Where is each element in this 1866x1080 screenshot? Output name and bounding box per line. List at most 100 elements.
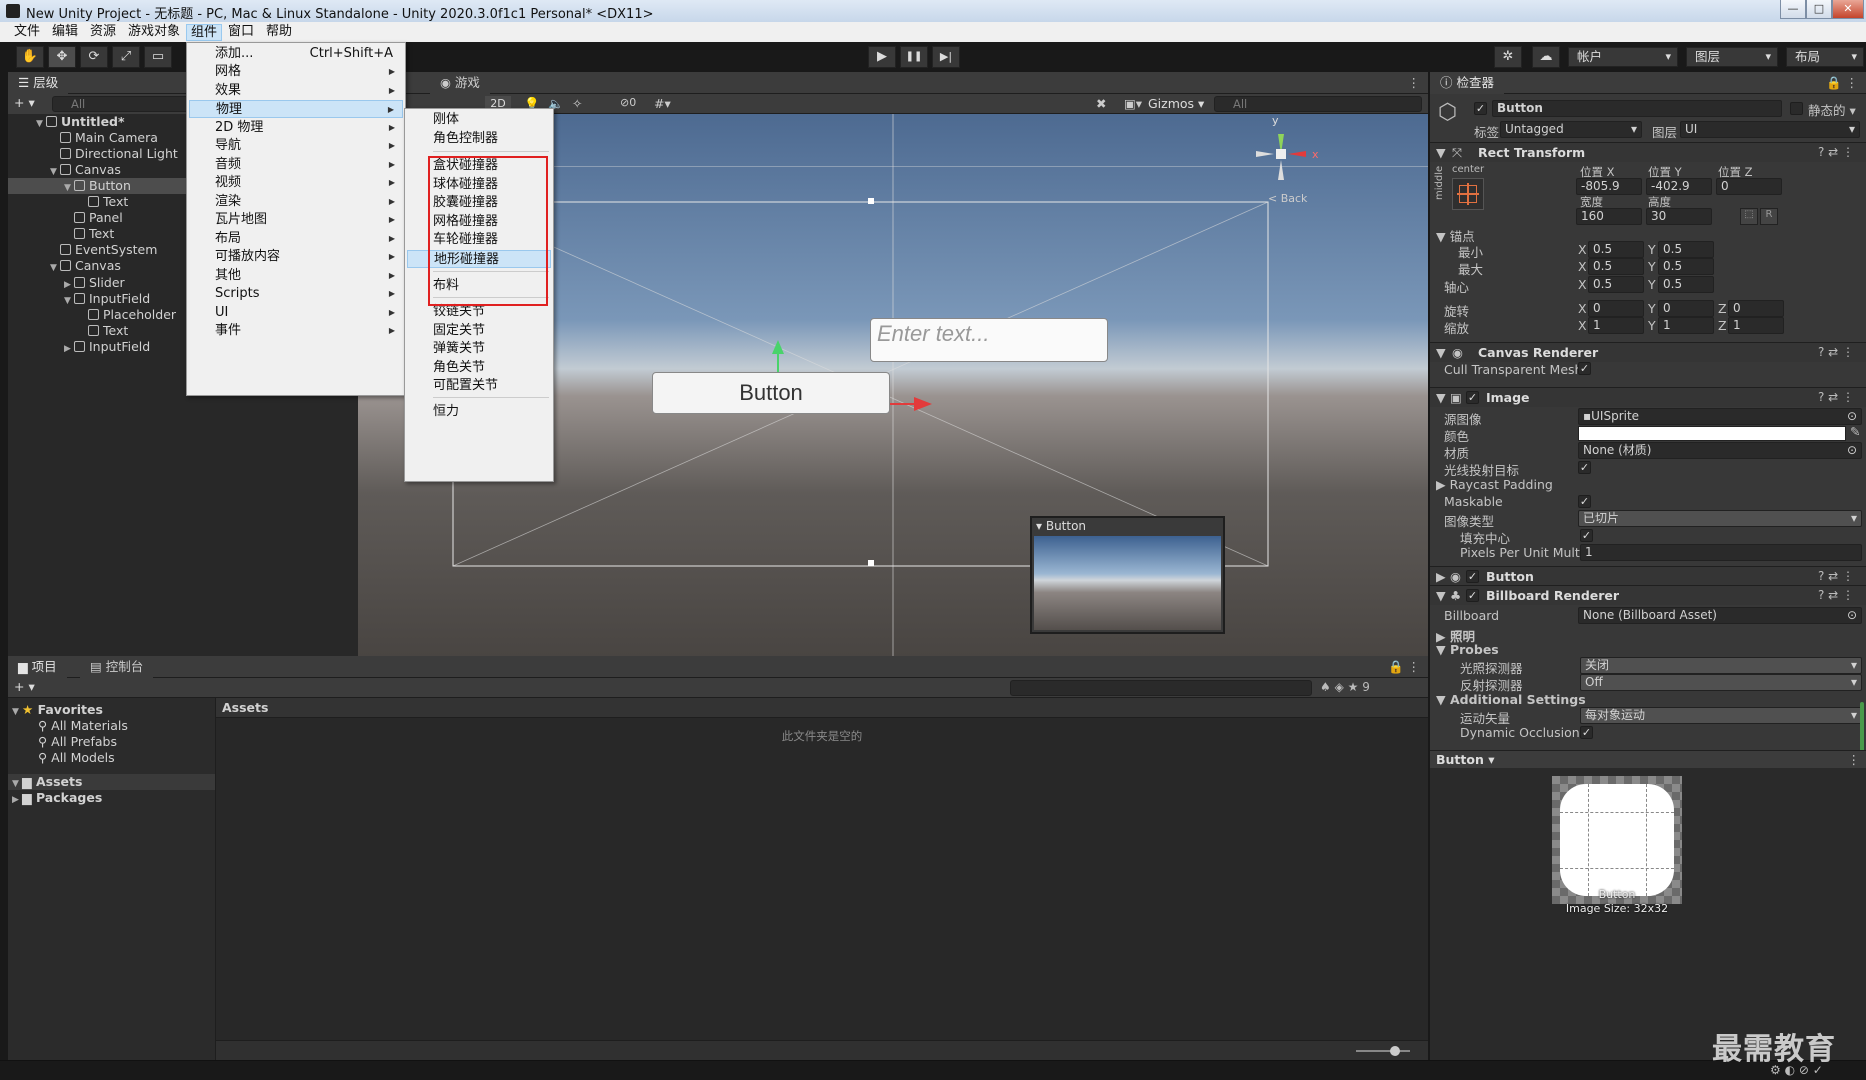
- anchor-preset-icon[interactable]: [1452, 178, 1484, 210]
- active-checkbox[interactable]: ✓: [1474, 102, 1487, 115]
- zoom-slider-track[interactable]: [1356, 1050, 1410, 1052]
- eyedropper-icon[interactable]: ✎: [1850, 424, 1860, 439]
- material-field[interactable]: None (材质) ⊙: [1578, 442, 1862, 459]
- create-dropdown[interactable]: + ▾: [14, 95, 35, 110]
- panel-menu-icon[interactable]: ⋮: [1408, 75, 1421, 90]
- project-create-dropdown[interactable]: + ▾: [14, 679, 35, 694]
- grid-icon[interactable]: #▾: [654, 96, 671, 111]
- pivot-y-field[interactable]: 0.5: [1658, 276, 1714, 293]
- maskable-checkbox[interactable]: ✓: [1578, 495, 1591, 508]
- tab-game[interactable]: ◉ 游戏: [430, 72, 490, 94]
- inspector-lock-icon[interactable]: 🔒 ⋮: [1826, 75, 1858, 91]
- foldout-icon[interactable]: ▶: [64, 341, 74, 357]
- menu-edit[interactable]: 编辑: [48, 24, 82, 41]
- static-checkbox[interactable]: [1790, 102, 1803, 115]
- scene-input-field[interactable]: Enter text...: [870, 318, 1108, 362]
- rot-x-field[interactable]: 0: [1588, 300, 1644, 317]
- tag-dropdown[interactable]: Untagged ▾: [1500, 121, 1642, 138]
- rotate-tool-icon[interactable]: ⟳: [80, 46, 108, 68]
- min-x-field[interactable]: 0.5: [1588, 241, 1644, 258]
- play-button[interactable]: ▶: [868, 46, 896, 68]
- component-menu-item[interactable]: 物理 ▶: [189, 100, 403, 118]
- rot-z-field[interactable]: 0: [1728, 300, 1784, 317]
- close-window-button[interactable]: ✕: [1832, 0, 1864, 19]
- move-tool-icon[interactable]: ✥: [48, 46, 76, 68]
- menu-window[interactable]: 窗口: [224, 24, 258, 41]
- component-settings-icons[interactable]: ? ⇄ ⋮: [1818, 569, 1854, 583]
- billboard-renderer-header[interactable]: ▼ ♣ ✓ Billboard Renderer ? ⇄ ⋮: [1430, 585, 1866, 605]
- maximize-button[interactable]: □: [1806, 0, 1832, 19]
- pos-x-field[interactable]: -805.9: [1576, 178, 1642, 195]
- object-name-input[interactable]: Button: [1492, 100, 1782, 117]
- fav-all-models[interactable]: ⚲ All Models: [38, 750, 115, 766]
- component-menu-item[interactable]: 音频 ▶: [189, 156, 403, 174]
- hand-tool-icon[interactable]: ✋: [16, 46, 44, 68]
- dynamic-occlusion-checkbox[interactable]: ✓: [1580, 726, 1593, 739]
- source-image-field[interactable]: ▪UISprite ⊙: [1578, 408, 1862, 425]
- physics-menu-item[interactable]: 恒力: [407, 403, 551, 421]
- cloud-icon[interactable]: ☁: [1532, 46, 1560, 68]
- physics-menu-item[interactable]: 固定关节: [407, 322, 551, 340]
- menu-help[interactable]: 帮助: [262, 24, 296, 41]
- component-menu-item[interactable]: 2D 物理 ▶: [189, 119, 403, 137]
- raycast-target-checkbox[interactable]: ✓: [1578, 461, 1591, 474]
- component-menu-item[interactable]: 效果 ▶: [189, 82, 403, 100]
- blueprint-mode-button[interactable]: ⬚: [1740, 208, 1758, 225]
- component-settings-icons[interactable]: ? ⇄ ⋮: [1818, 588, 1854, 602]
- tab-console[interactable]: ▤ 控制台: [80, 656, 154, 678]
- max-x-field[interactable]: 0.5: [1588, 258, 1644, 275]
- image-header[interactable]: ▼ ▣ ✓ Image ? ⇄ ⋮: [1430, 387, 1866, 407]
- physics-menu-item[interactable]: 刚体: [407, 111, 551, 129]
- minimize-button[interactable]: —: [1780, 0, 1806, 19]
- canvas-renderer-header[interactable]: ▼ ◉ Canvas Renderer ? ⇄ ⋮: [1430, 342, 1866, 362]
- min-y-field[interactable]: 0.5: [1658, 241, 1714, 258]
- billboard-field[interactable]: None (Billboard Asset) ⊙: [1578, 607, 1862, 624]
- layout-dropdown[interactable]: 布局: [1786, 47, 1864, 67]
- hidden-objects-counter[interactable]: ⊘0: [620, 96, 636, 109]
- probes-foldout[interactable]: ▼ Probes: [1436, 642, 1499, 657]
- width-field[interactable]: 160: [1576, 208, 1642, 225]
- scene-button[interactable]: Button: [652, 372, 890, 414]
- zoom-slider-handle[interactable]: [1390, 1046, 1400, 1056]
- collab-icon[interactable]: ✲: [1494, 46, 1522, 68]
- preview-header[interactable]: Button ▾ ⋮: [1430, 750, 1866, 768]
- component-menu-item[interactable]: 其他 ▶: [189, 267, 403, 285]
- image-enabled-checkbox[interactable]: ✓: [1466, 391, 1479, 404]
- pos-z-field[interactable]: 0: [1716, 178, 1782, 195]
- object-picker-icon[interactable]: ⊙: [1847, 608, 1861, 623]
- physics-menu-item[interactable]: 可配置关节: [407, 377, 551, 395]
- orientation-gizmo-icon[interactable]: [1248, 120, 1318, 190]
- component-settings-icons[interactable]: ? ⇄ ⋮: [1818, 145, 1854, 159]
- step-button[interactable]: ▶|: [932, 46, 960, 68]
- physics-menu-item[interactable]: 角色关节: [407, 359, 551, 377]
- physics-menu-item[interactable]: 弹簧关节: [407, 340, 551, 358]
- object-picker-icon[interactable]: ⊙: [1847, 409, 1861, 424]
- layer-dropdown[interactable]: UI ▾: [1680, 121, 1860, 138]
- tab-inspector[interactable]: ⓘ 检查器: [1430, 72, 1504, 94]
- menu-assets[interactable]: 资源: [86, 24, 120, 41]
- assets-folder[interactable]: ▼ ▆ Assets: [8, 774, 215, 790]
- component-menu-item[interactable]: 渲染 ▶: [189, 193, 403, 211]
- raw-edit-button[interactable]: R: [1760, 208, 1778, 225]
- raycast-padding-foldout[interactable]: ▶ Raycast Padding: [1436, 477, 1553, 492]
- physics-menu-item[interactable]: 角色控制器: [407, 130, 551, 148]
- additional-settings-foldout[interactable]: ▼ Additional Settings: [1436, 692, 1586, 707]
- component-menu-item[interactable]: 导航 ▶: [189, 137, 403, 155]
- cull-transparent-checkbox[interactable]: ✓: [1578, 362, 1591, 375]
- max-y-field[interactable]: 0.5: [1658, 258, 1714, 275]
- component-menu-item[interactable]: Scripts ▶: [189, 285, 403, 303]
- rect-transform-header[interactable]: ▼ ⤧ Rect Transform ? ⇄ ⋮: [1430, 142, 1866, 162]
- component-menu-item[interactable]: 添加... Ctrl+Shift+A: [189, 45, 403, 63]
- light-probes-dropdown[interactable]: 关闭 ▾: [1580, 657, 1862, 674]
- image-type-dropdown[interactable]: 已切片 ▾: [1578, 510, 1862, 527]
- component-menu-item[interactable]: 网格 ▶: [189, 63, 403, 81]
- lock-icon[interactable]: 🔒 ⋮: [1388, 659, 1420, 675]
- account-dropdown[interactable]: 帐户: [1568, 47, 1678, 67]
- preview-menu-icon[interactable]: ⋮: [1848, 752, 1861, 767]
- fav-all-materials[interactable]: ⚲ All Materials: [38, 718, 128, 734]
- favorites-item[interactable]: ▼ ★ Favorites: [12, 702, 103, 718]
- menu-file[interactable]: 文件: [10, 24, 44, 41]
- gizmos-dropdown[interactable]: Gizmos ▾: [1148, 96, 1204, 111]
- static-dropdown[interactable]: 静态的 ▾: [1808, 100, 1856, 119]
- component-settings-icons[interactable]: ? ⇄ ⋮: [1818, 345, 1854, 359]
